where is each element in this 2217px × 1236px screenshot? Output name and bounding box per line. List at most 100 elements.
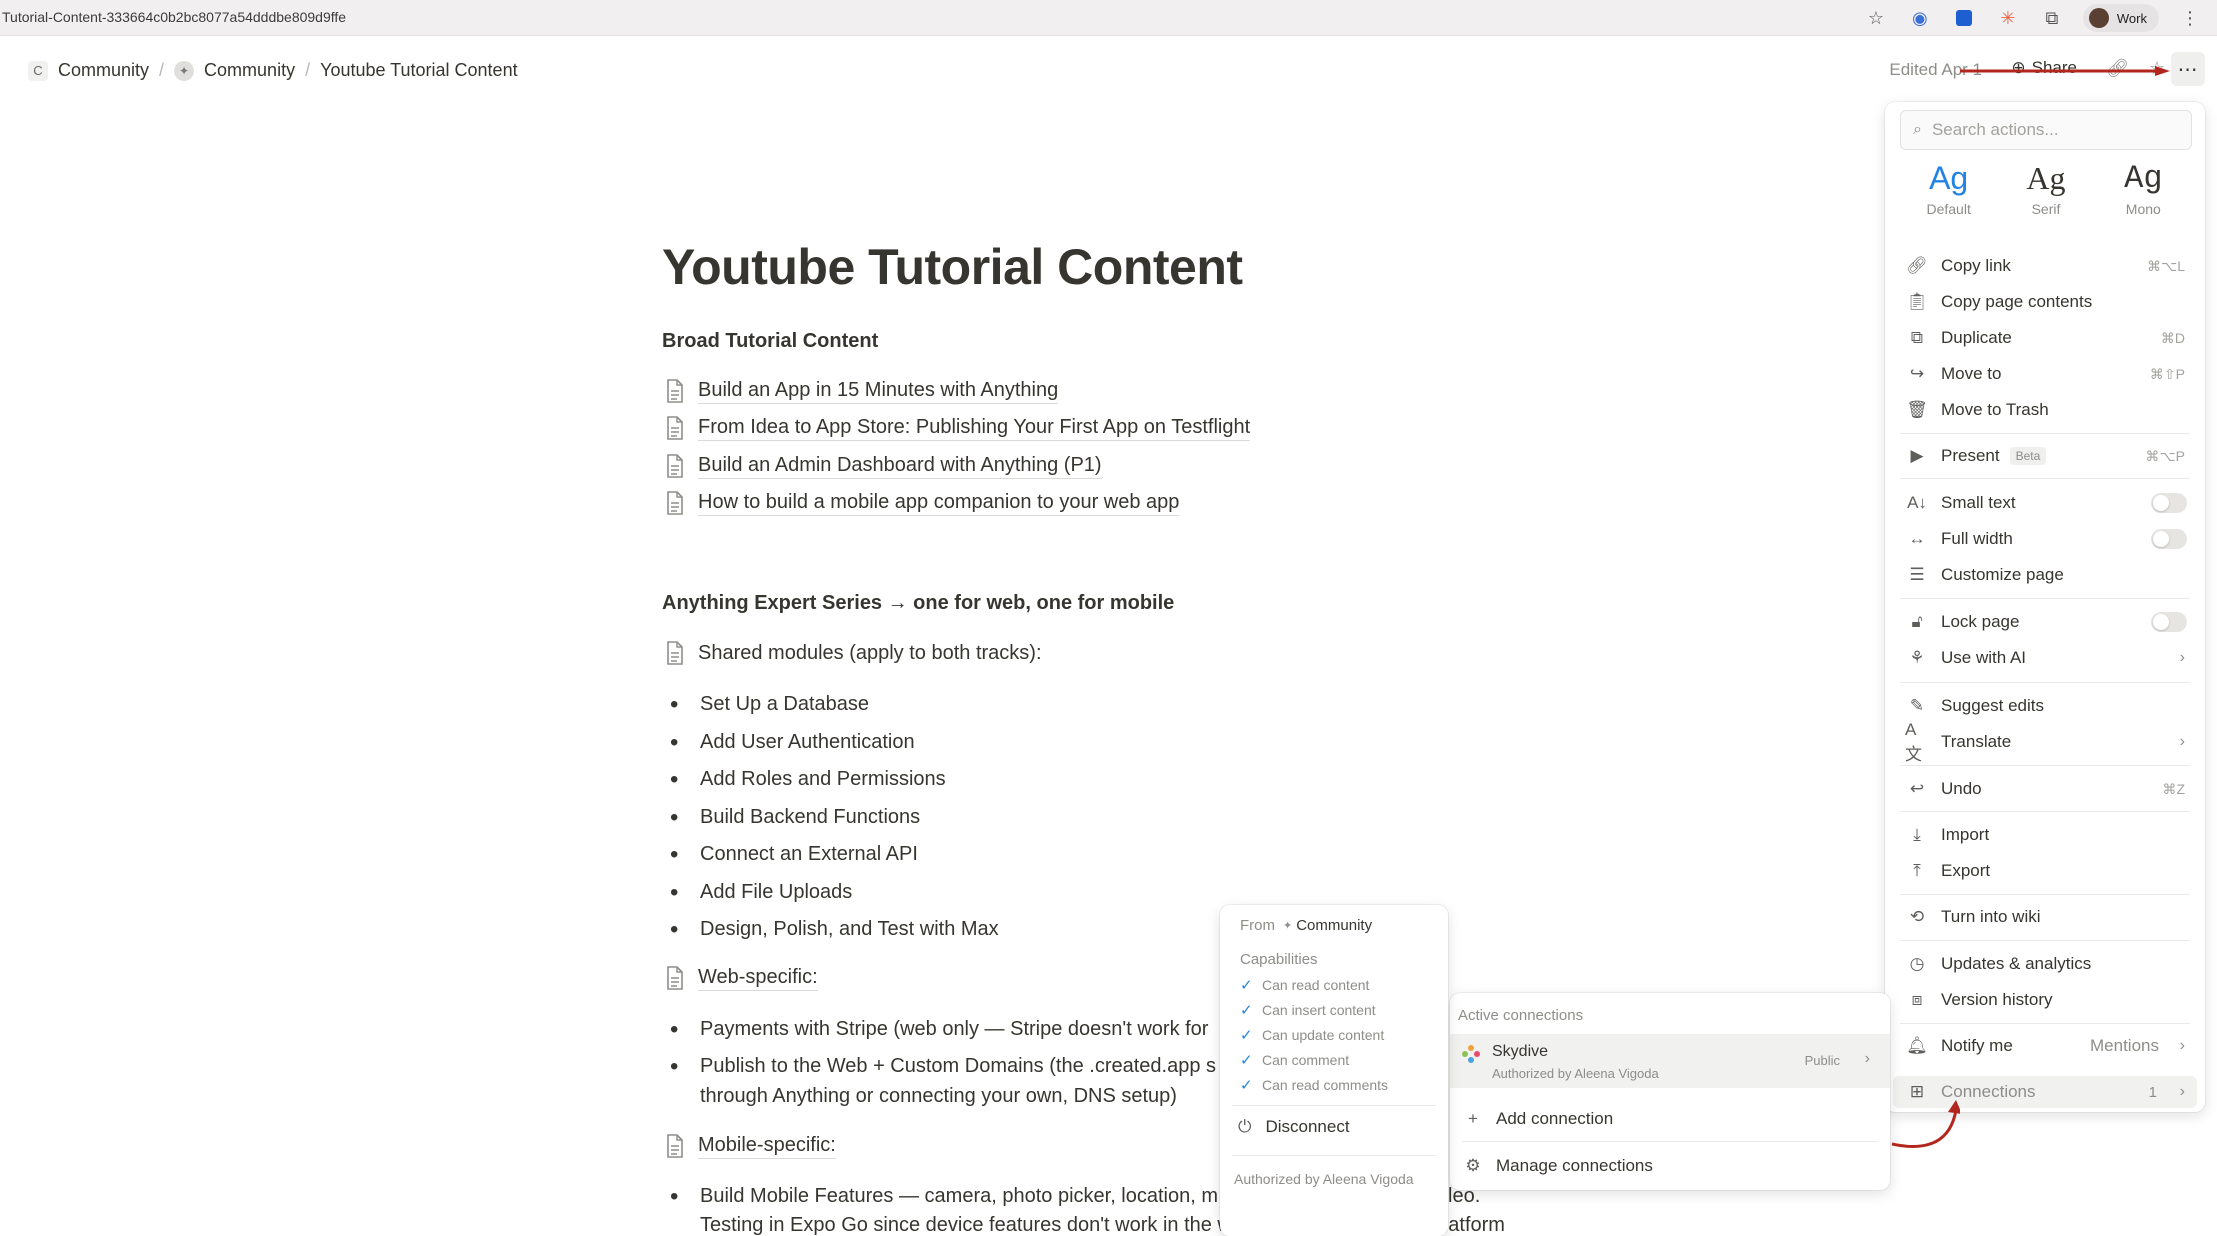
more-options-button[interactable]: ⋯ <box>2171 52 2205 86</box>
menu-item-customize-page[interactable]: ☰ Customize page <box>1893 559 2197 591</box>
menu-item-label: Move to <box>1941 364 2002 383</box>
details-authorized-by: Authorized by Aleena Vigoda <box>1234 1171 1414 1187</box>
menu-item-updates-analytics[interactable]: ◷ Updates & analytics <box>1893 948 2197 980</box>
annotation-arrow <box>1960 66 2170 76</box>
document-icon <box>667 966 683 990</box>
lock-page-toggle[interactable] <box>2151 612 2187 632</box>
page-link-shared-modules[interactable]: Shared modules (apply to both tracks): <box>664 640 1042 666</box>
manage-connections-button[interactable]: ⚙ Manage connections <box>1450 1149 1890 1183</box>
section-heading-broad[interactable]: Broad Tutorial Content <box>662 330 878 353</box>
list-item[interactable]: Payments with Stripe (web only — Stripe … <box>670 1016 1208 1044</box>
connections-submenu: Active connections Skydive Authorized by… <box>1450 993 1890 1190</box>
breadcrumb-item-page[interactable]: Youtube Tutorial Content <box>314 58 523 83</box>
list-item[interactable]: Add User Authentication <box>670 729 915 757</box>
from-workspace: ✦ Community <box>1283 917 1372 934</box>
breadcrumb: C Community / ✦ Community / Youtube Tuto… <box>22 58 524 83</box>
add-connection-button[interactable]: + Add connection <box>1450 1102 1890 1136</box>
full-width-toggle[interactable] <box>2151 529 2187 549</box>
menu-item-export[interactable]: ⤒ Export <box>1893 855 2197 887</box>
page-link[interactable]: Build an App in 15 Minutes with Anything <box>664 378 1059 404</box>
shortcut-hint: ⌘⌥P <box>2145 447 2185 464</box>
menu-item-import[interactable]: ⤓ Import <box>1893 819 2197 851</box>
connection-row-skydive[interactable]: Skydive Authorized by Aleena Vigoda Publ… <box>1450 1034 1890 1088</box>
breadcrumb-label: Community <box>58 60 150 80</box>
url-text[interactable]: Tutorial-Content-333664c0b2bc8077a54dddb… <box>2 9 346 25</box>
section-heading-expert[interactable]: Anything Expert Series → one for web, on… <box>662 592 1174 615</box>
menu-item-move-to[interactable]: ↪ Move to ⌘⇧P <box>1893 358 2197 390</box>
list-item[interactable]: Publish to the Web + Custom Domains (the… <box>670 1053 1216 1081</box>
menu-item-translate[interactable]: A文 Translate › <box>1893 720 2197 764</box>
menu-item-present[interactable]: ▶︎ Present Beta ⌘⌥P <box>1893 440 2197 472</box>
list-item[interactable]: Set Up a Database <box>670 691 869 719</box>
list-item[interactable]: Add File Uploads <box>670 879 852 907</box>
capability-label: Can insert content <box>1262 1002 1376 1018</box>
menu-item-copy-link[interactable]: 🔗︎ Copy link ⌘⌥L <box>1893 250 2197 282</box>
avatar <box>2088 8 2109 28</box>
breadcrumb-label: Community <box>204 60 296 80</box>
search-actions-input[interactable] <box>1931 120 2172 140</box>
page-header: Youtube Tutorial Content <box>662 238 1562 296</box>
capability-item: ✓ Can read comments <box>1240 1076 1388 1094</box>
page-options-menu: ⌕ Ag Default Ag Serif Ag Mono 🔗︎ Copy li… <box>1885 102 2205 1112</box>
font-option-mono[interactable]: Ag Mono <box>2103 160 2183 217</box>
page-title[interactable]: Youtube Tutorial Content <box>662 238 1562 296</box>
list-item[interactable]: Connect an External API <box>670 841 918 869</box>
menu-item-use-with-ai[interactable]: ⚘ Use with AI › <box>1893 642 2197 674</box>
extension-g-icon[interactable]: ◉ <box>1907 5 1933 31</box>
menu-item-undo[interactable]: ↩ Undo ⌘Z <box>1893 773 2197 805</box>
small-text-toggle[interactable] <box>2151 493 2187 513</box>
list-item[interactable]: Design, Polish, and Test with Max <box>670 916 999 944</box>
check-icon: ✓ <box>1240 1077 1253 1094</box>
page-link[interactable]: How to build a mobile app companion to y… <box>664 490 1180 516</box>
menu-item-duplicate[interactable]: ⧉ Duplicate ⌘D <box>1893 322 2197 354</box>
breadcrumb-item-teamspace[interactable]: ✦ Community <box>168 58 301 83</box>
page-link[interactable]: From Idea to App Store: Publishing Your … <box>664 415 1251 441</box>
menu-item-small-text[interactable]: A↓ Small text <box>1893 487 2197 519</box>
extension-sparkle-icon[interactable]: ✳ <box>1995 5 2021 31</box>
page-link[interactable]: Build an Admin Dashboard with Anything (… <box>664 453 1102 479</box>
suggest-edit-icon: ✎ <box>1909 696 1925 715</box>
menu-item-turn-into-wiki[interactable]: ⟲ Turn into wiki <box>1893 901 2197 933</box>
chevron-right-icon: › <box>1864 1050 1870 1067</box>
profile-button[interactable]: Work <box>2082 4 2159 32</box>
disconnect-label: Disconnect <box>1265 1117 1350 1136</box>
menu-item-label: Notify me <box>1941 1036 2013 1055</box>
page-link-label: Web-specific: <box>698 966 818 991</box>
menu-item-full-width[interactable]: ↔ Full width <box>1893 523 2197 555</box>
connections-count: 1 <box>2148 1083 2157 1101</box>
breadcrumb-item-workspace[interactable]: C Community <box>22 58 155 83</box>
chevron-right-icon: › <box>2179 1037 2185 1054</box>
page-link-web-specific[interactable]: Web-specific: <box>664 965 818 991</box>
check-icon: ✓ <box>1240 1052 1253 1069</box>
font-option-serif[interactable]: Ag Serif <box>2006 160 2086 217</box>
small-text-icon: A↓ <box>1907 493 1927 512</box>
from-label: From <box>1240 917 1275 934</box>
extensions-puzzle-icon[interactable]: ⧉ <box>2039 5 2065 31</box>
workspace-name: Community <box>1296 917 1373 934</box>
disconnect-button[interactable]: ⏻ Disconnect <box>1238 1117 1350 1137</box>
page-link-mobile-specific[interactable]: Mobile-specific: <box>664 1133 836 1159</box>
menu-item-copy-page-contents[interactable]: 📋︎ Copy page contents <box>1893 286 2197 318</box>
menu-item-label: Turn into wiki <box>1941 907 2041 926</box>
list-item[interactable]: Build Backend Functions <box>670 804 920 832</box>
menu-item-lock-page[interactable]: 🔓︎ Lock page <box>1893 606 2197 638</box>
list-item[interactable]: Add Roles and Permissions <box>670 766 946 794</box>
menu-item-label: Duplicate <box>1941 328 2012 347</box>
star-icon[interactable]: ☆ <box>1863 5 1889 31</box>
extension-blue-icon[interactable] <box>1951 5 1977 31</box>
search-actions-box[interactable]: ⌕ <box>1900 110 2192 150</box>
font-option-default[interactable]: Ag Default <box>1909 160 1989 217</box>
list-item[interactable]: Build Mobile Features — camera, photo pi… <box>670 1183 1218 1211</box>
menu-item-version-history[interactable]: ⧈ Version history <box>1893 984 2197 1016</box>
undo-icon: ↩ <box>1909 779 1925 798</box>
browser-menu-icon[interactable]: ⋮ <box>2177 5 2203 31</box>
menu-item-suggest-edits[interactable]: ✎ Suggest edits <box>1893 690 2197 722</box>
menu-item-notify-me[interactable]: 🔔︎ Notify me Mentions › <box>1893 1030 2197 1062</box>
font-label: Serif <box>2031 201 2061 217</box>
list-item-continuation: through Anything or connecting your own,… <box>700 1085 1177 1107</box>
menu-item-move-to-trash[interactable]: 🗑︎ Move to Trash <box>1893 394 2197 426</box>
menu-divider <box>1900 940 2190 941</box>
menu-item-label: Copy page contents <box>1941 292 2093 311</box>
font-picker: Ag Default Ag Serif Ag Mono <box>1900 160 2192 217</box>
menu-item-label: Updates & analytics <box>1941 954 2092 973</box>
